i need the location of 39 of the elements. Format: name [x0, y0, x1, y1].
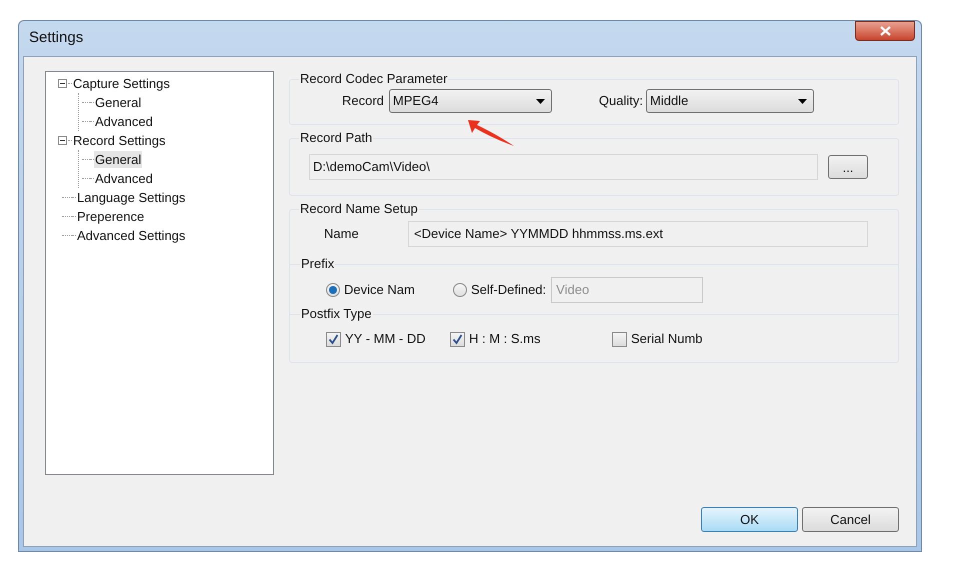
path-field[interactable]: D:\demoCam\Video\ [309, 154, 818, 180]
window-title: Settings [29, 28, 84, 48]
tree-item[interactable]: General [94, 94, 142, 111]
checkbox[interactable] [612, 332, 627, 346]
checkbox[interactable] [326, 332, 341, 346]
group-title: Postfix Type [300, 306, 373, 322]
name-label: Name [324, 225, 360, 244]
radio-label: Self-Defined: [471, 281, 546, 300]
group-title: Record Name Setup [299, 201, 419, 217]
name-field[interactable]: <Device Name> YYMMDD hhmmss.ms.ext [408, 221, 868, 247]
annotation-arrow [466, 118, 516, 148]
tree-item[interactable]: Record Settings [72, 132, 166, 149]
caret-icon [536, 98, 545, 104]
checkbox[interactable] [450, 332, 465, 346]
tree-item[interactable]: General [94, 151, 142, 168]
radio-label: Device Nam [344, 281, 415, 300]
tree-item[interactable]: Advanced [94, 113, 154, 130]
checkbox-label: Serial Numb [631, 330, 703, 348]
radio-button[interactable] [453, 283, 467, 297]
tree-item[interactable]: Language Settings [76, 189, 186, 206]
close-button[interactable] [855, 21, 915, 41]
collapse-icon[interactable] [58, 136, 67, 145]
record-label: Record [342, 92, 384, 110]
dialog-button[interactable]: OK [701, 507, 798, 532]
close-icon [880, 26, 890, 36]
checkbox-label: YY - MM - DD [345, 330, 426, 348]
caret-icon [798, 98, 807, 104]
quality-label: Quality: [598, 92, 643, 110]
dropdown[interactable]: Middle [646, 89, 814, 113]
browse-button[interactable]: ... [828, 155, 868, 179]
dialog-button[interactable]: Cancel [802, 507, 899, 532]
tree-item[interactable]: Advanced Settings [76, 227, 186, 244]
tree-item[interactable]: Capture Settings [72, 75, 171, 92]
radio-button[interactable] [326, 283, 340, 297]
dropdown[interactable]: MPEG4 [388, 89, 552, 113]
tree-item[interactable]: Advanced [94, 170, 154, 187]
tree-item[interactable]: Preperence [76, 208, 146, 225]
collapse-icon[interactable] [58, 79, 67, 88]
checkbox-label: H : M : S.ms [469, 330, 540, 348]
